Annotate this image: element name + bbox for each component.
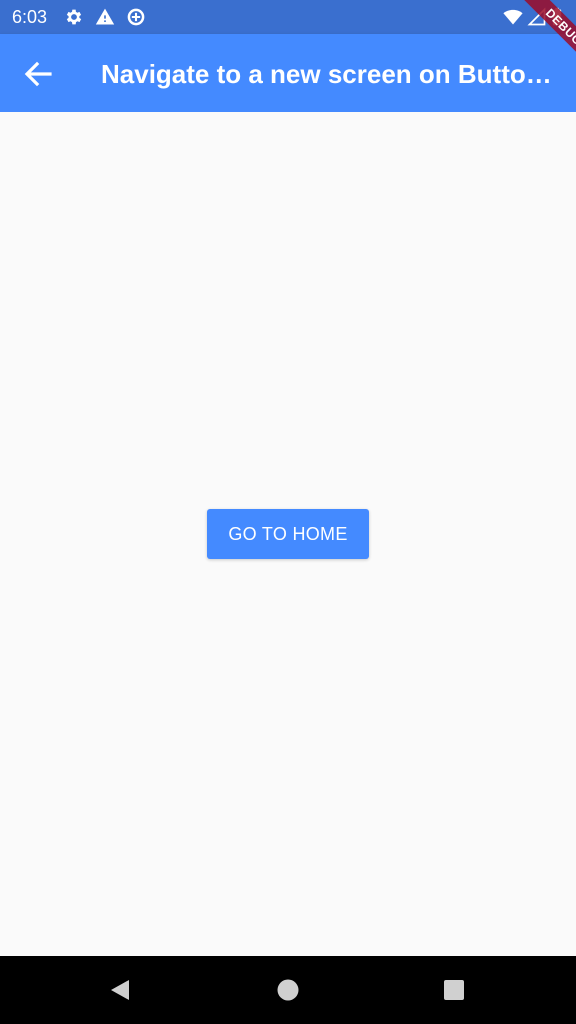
go-to-home-button[interactable]: GO TO HOME xyxy=(207,509,369,559)
system-navigation-bar xyxy=(0,956,576,1024)
screen: 6:03 Navigate to a new screen on Butto… xyxy=(0,0,576,1024)
recents-square-icon[interactable] xyxy=(442,978,466,1002)
wifi-icon xyxy=(503,7,523,27)
back-button[interactable] xyxy=(16,52,60,96)
data-saver-icon xyxy=(126,7,146,27)
warning-icon xyxy=(95,7,115,27)
signal-icon xyxy=(527,7,547,27)
status-bar: 6:03 xyxy=(0,0,576,34)
arrow-back-icon xyxy=(16,52,60,96)
gear-icon xyxy=(64,7,84,27)
page-title: Navigate to a new screen on Butto… xyxy=(101,59,552,89)
status-time: 6:03 xyxy=(12,7,48,27)
battery-icon xyxy=(550,7,564,27)
app-bar: Navigate to a new screen on Butto… xyxy=(0,34,576,112)
home-circle-icon[interactable] xyxy=(276,978,300,1002)
main-content: GO TO HOME xyxy=(0,112,576,956)
back-triangle-icon[interactable] xyxy=(108,978,132,1002)
